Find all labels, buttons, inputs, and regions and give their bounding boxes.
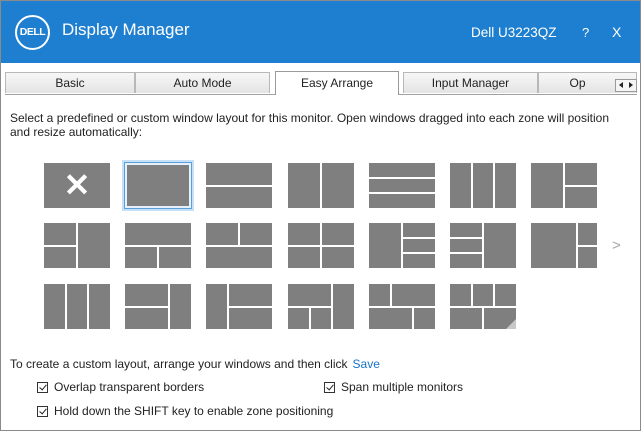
scroll-left-icon[interactable] xyxy=(619,82,623,88)
zone-divider xyxy=(309,306,311,329)
zone-divider xyxy=(238,223,240,245)
zone-divider xyxy=(157,245,159,268)
zone-divider xyxy=(76,223,78,268)
tab-bar: Basic Auto Mode Easy Arrange Input Manag… xyxy=(5,71,637,95)
layout-option[interactable] xyxy=(369,284,435,329)
title-bar: DELL Display Manager Dell U3223QZ ? X xyxy=(1,1,640,63)
next-page-arrow[interactable]: > xyxy=(612,237,621,254)
zone-divider xyxy=(576,245,597,247)
zone-divider xyxy=(44,245,76,247)
zone-divider xyxy=(493,284,495,306)
tab-basic[interactable]: Basic xyxy=(5,72,135,93)
zone-divider xyxy=(493,163,495,208)
zone-divider xyxy=(65,284,67,329)
checkbox-box[interactable] xyxy=(37,406,48,417)
zone-divider xyxy=(401,252,435,254)
display-manager-window: DELL Display Manager Dell U3223QZ ? X Ba… xyxy=(0,0,641,431)
scroll-right-icon[interactable] xyxy=(629,82,633,88)
checkbox-label: Span multiple monitors xyxy=(341,380,464,394)
app-title: Display Manager xyxy=(62,20,190,39)
save-link[interactable]: Save xyxy=(353,357,380,371)
zone-divider xyxy=(482,306,484,329)
layout-option[interactable] xyxy=(125,284,191,329)
zone-divider xyxy=(320,163,322,208)
monitor-name: Dell U3223QZ xyxy=(471,25,557,40)
zone-divider xyxy=(168,284,170,329)
custom-layout-text: To create a custom layout, arrange your … xyxy=(10,357,348,371)
zone-divider xyxy=(450,252,482,254)
layout-option[interactable] xyxy=(206,284,272,329)
checkbox-box[interactable] xyxy=(324,382,335,393)
layout-option[interactable] xyxy=(44,284,110,329)
instructions-text: Select a predefined or custom window lay… xyxy=(10,111,609,139)
zone-divider xyxy=(482,223,484,268)
layout-option[interactable] xyxy=(125,223,191,268)
zone-divider xyxy=(471,163,473,208)
layout-option[interactable] xyxy=(288,163,354,208)
layout-option[interactable] xyxy=(44,223,110,268)
tab-scroller[interactable] xyxy=(615,79,637,92)
layout-option[interactable] xyxy=(531,163,597,208)
zone-divider xyxy=(369,306,435,308)
close-button[interactable]: X xyxy=(612,24,621,40)
zone-divider xyxy=(87,284,89,329)
logo-text: DELL xyxy=(19,26,46,38)
zone-divider xyxy=(563,185,597,187)
layout-option[interactable] xyxy=(450,223,516,268)
layout-option[interactable] xyxy=(369,163,435,208)
checkbox-box[interactable] xyxy=(37,382,48,393)
help-button[interactable]: ? xyxy=(582,25,589,40)
zone-divider xyxy=(227,306,272,308)
resize-corner-icon xyxy=(506,319,516,329)
zone-divider xyxy=(471,284,473,306)
layout-none[interactable]: ✕ xyxy=(44,163,110,208)
tab-easy-arrange[interactable]: Easy Arrange xyxy=(275,71,399,95)
tab-auto-mode[interactable]: Auto Mode xyxy=(135,72,270,93)
layout-option[interactable] xyxy=(206,223,272,268)
zone-divider xyxy=(288,245,354,247)
checkbox-label: Overlap transparent borders xyxy=(54,380,205,394)
layout-option[interactable] xyxy=(369,223,435,268)
layout-option[interactable] xyxy=(450,163,516,208)
checkbox-label: Hold down the SHIFT key to enable zone p… xyxy=(54,404,334,418)
zone-divider xyxy=(206,245,272,247)
x-icon: ✕ xyxy=(63,167,91,203)
zone-divider xyxy=(401,237,435,239)
layout-option[interactable] xyxy=(450,284,516,329)
zone-divider xyxy=(369,177,435,179)
custom-layout-line: To create a custom layout, arrange your … xyxy=(10,357,380,371)
zone-divider xyxy=(125,306,168,308)
zone-divider xyxy=(331,284,333,329)
dell-logo: DELL xyxy=(15,15,50,50)
zone-divider xyxy=(450,237,482,239)
layout-selected[interactable] xyxy=(124,162,192,209)
tab-input-manager[interactable]: Input Manager xyxy=(403,72,538,93)
zone-divider xyxy=(390,284,392,306)
layout-option[interactable] xyxy=(288,223,354,268)
layout-option[interactable] xyxy=(531,223,597,268)
zone-divider xyxy=(369,192,435,194)
layout-option[interactable] xyxy=(288,284,354,329)
zone-divider xyxy=(401,223,403,268)
zone-divider xyxy=(412,306,414,329)
layout-option[interactable] xyxy=(206,163,272,208)
zone-divider xyxy=(206,185,272,187)
